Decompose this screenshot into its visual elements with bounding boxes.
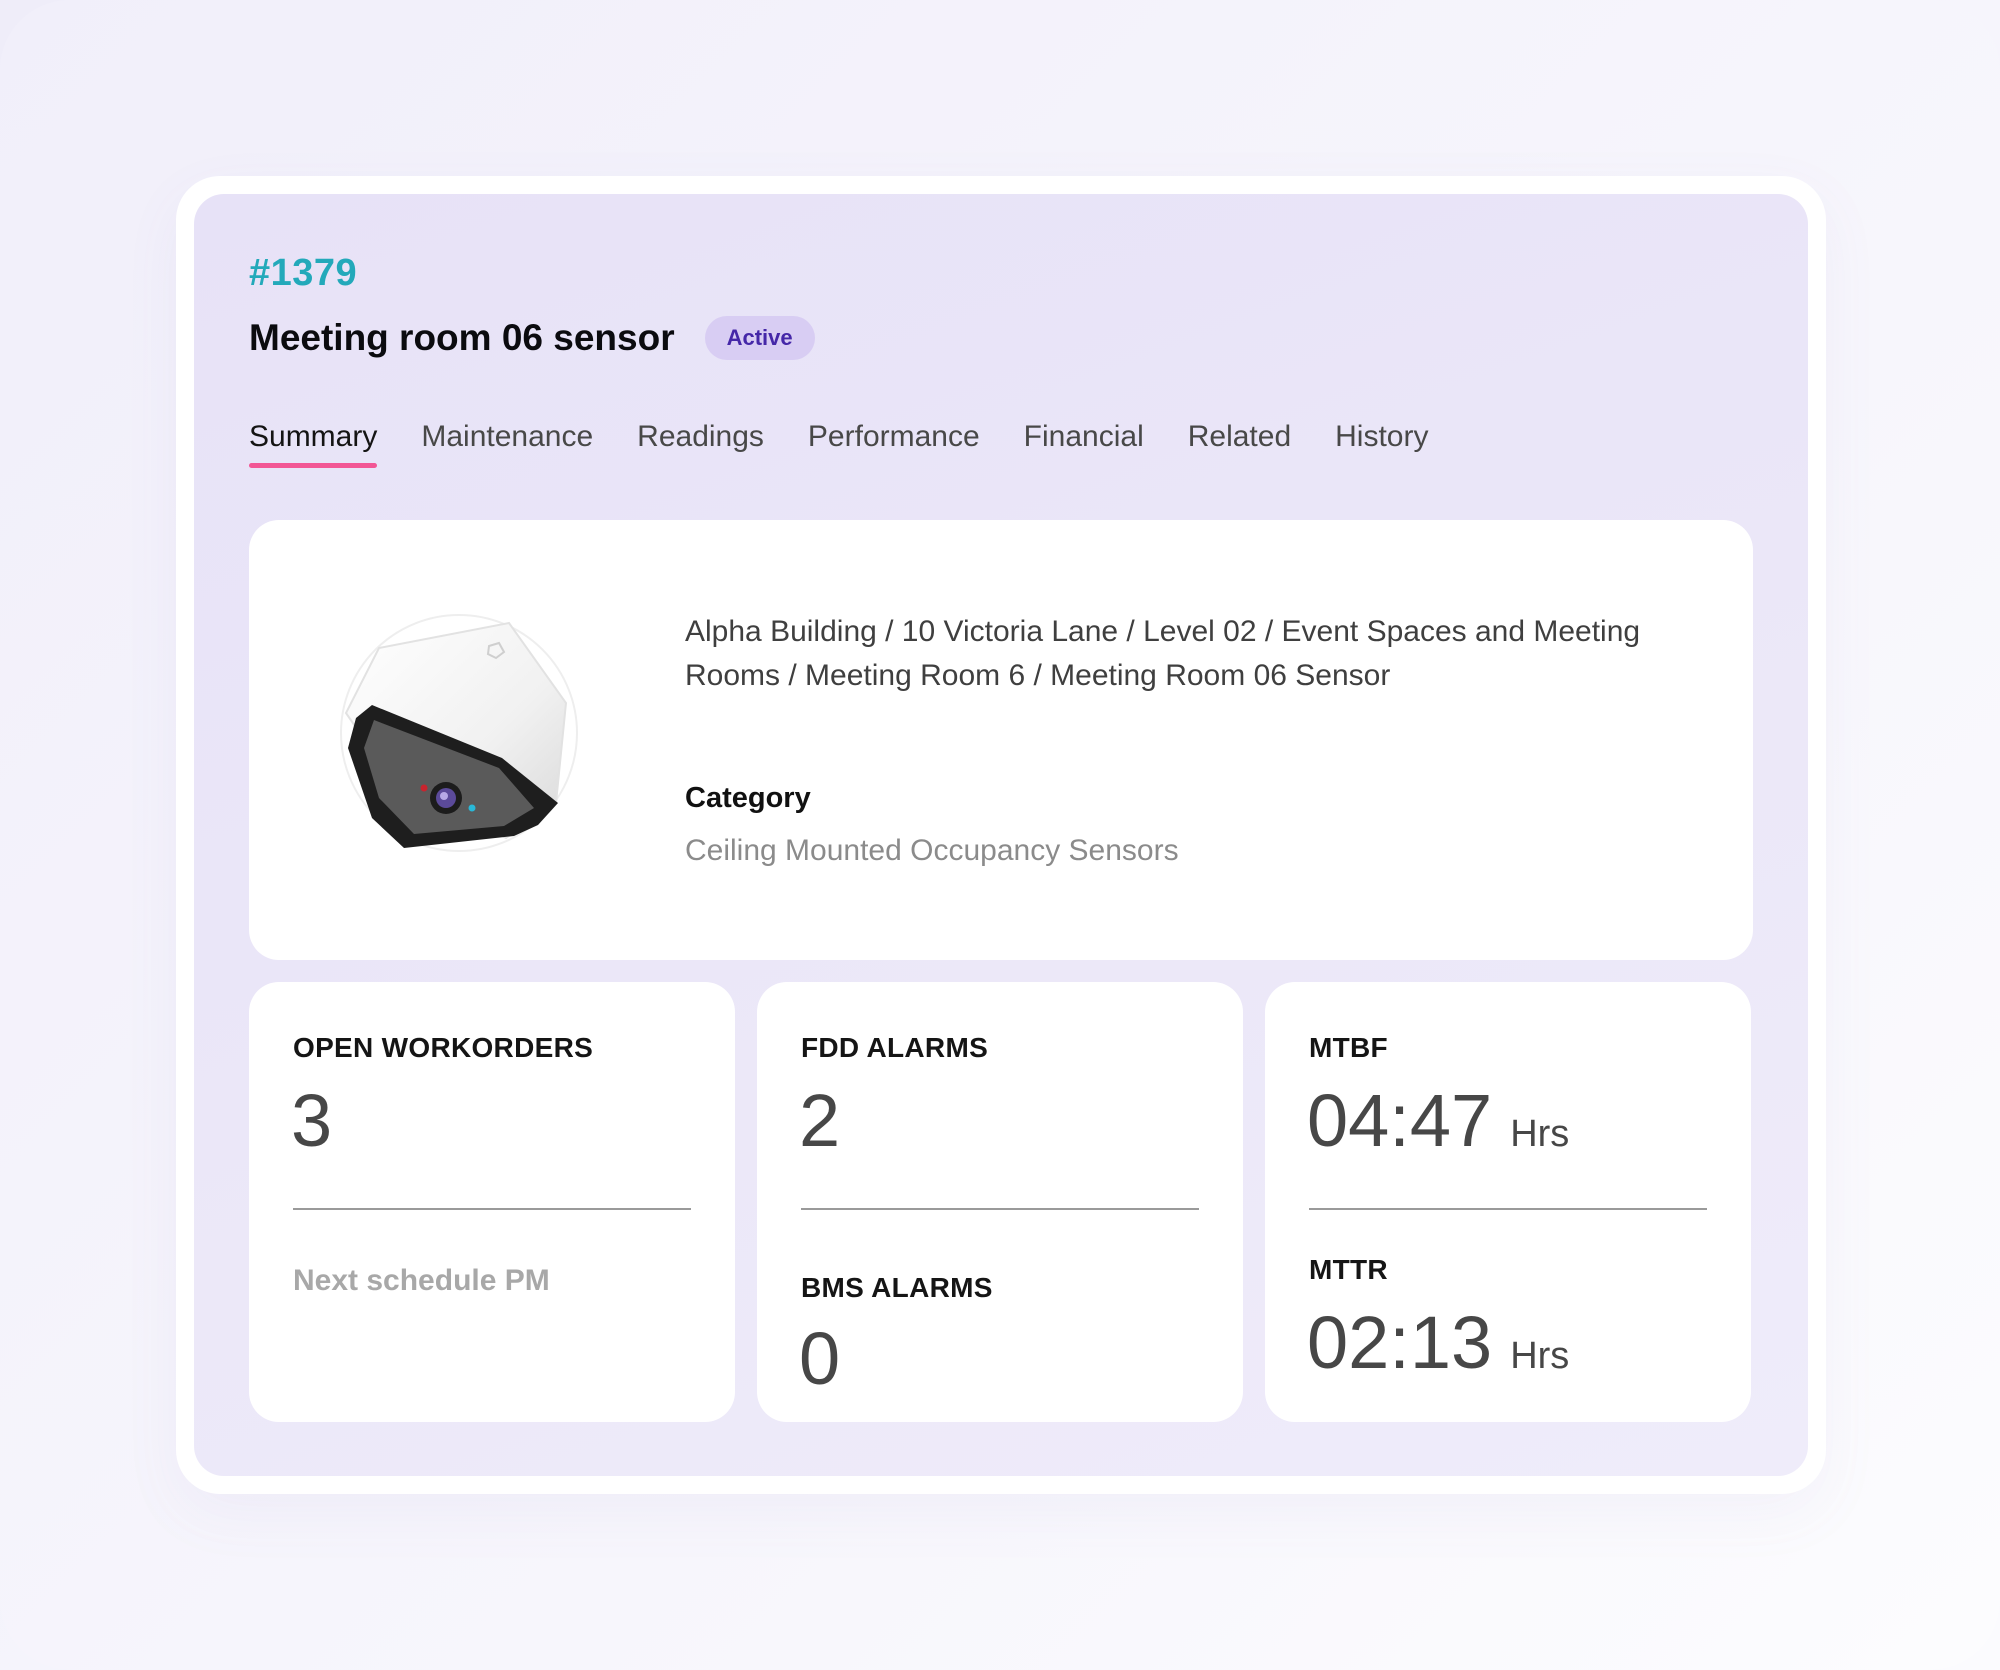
mttr-unit: Hrs bbox=[1510, 1335, 1570, 1377]
mtbf-value: 04:47 bbox=[1307, 1079, 1493, 1162]
title-row: Meeting room 06 sensor Active bbox=[249, 316, 815, 360]
fdd-alarms-value: 2 bbox=[799, 1079, 841, 1162]
status-badge: Active bbox=[704, 316, 815, 360]
mttr-value: 02:13 bbox=[1307, 1301, 1493, 1384]
open-workorders-label: OPEN WORKORDERS bbox=[293, 1032, 594, 1063]
category-label: Category bbox=[685, 782, 811, 814]
tab-performance[interactable]: Performance bbox=[808, 420, 980, 468]
card-divider bbox=[1309, 1208, 1707, 1210]
card-divider bbox=[293, 1208, 691, 1210]
tab-readings[interactable]: Readings bbox=[637, 420, 764, 468]
category-value: Ceiling Mounted Occupancy Sensors bbox=[685, 834, 1179, 867]
asset-id: #1379 bbox=[249, 252, 358, 294]
reliability-card[interactable]: MTBF 04:47 Hrs MTTR 02:13 Hrs bbox=[1265, 982, 1751, 1422]
mttr-label: MTTR bbox=[1309, 1254, 1388, 1285]
next-schedule-pm: Next schedule PM bbox=[293, 1264, 550, 1297]
tab-related[interactable]: Related bbox=[1188, 420, 1291, 468]
asset-detail-panel: #1379 Meeting room 06 sensor Active Summ… bbox=[194, 194, 1808, 1476]
tab-financial[interactable]: Financial bbox=[1024, 420, 1144, 468]
mttr-value-row: 02:13 Hrs bbox=[1307, 1300, 1569, 1385]
mtbf-value-row: 04:47 Hrs bbox=[1307, 1078, 1569, 1163]
tab-bar: Summary Maintenance Readings Performance… bbox=[249, 420, 1472, 468]
asset-title: Meeting room 06 sensor bbox=[249, 317, 675, 358]
tab-history[interactable]: History bbox=[1335, 420, 1428, 468]
alarms-card[interactable]: FDD ALARMS 2 BMS ALARMS 0 bbox=[757, 982, 1243, 1422]
bms-alarms-label: BMS ALARMS bbox=[801, 1272, 993, 1303]
card-divider bbox=[801, 1208, 1199, 1210]
open-workorders-value: 3 bbox=[291, 1079, 333, 1162]
open-workorders-card[interactable]: OPEN WORKORDERS 3 Next schedule PM bbox=[249, 982, 735, 1422]
tab-maintenance[interactable]: Maintenance bbox=[421, 420, 593, 468]
fdd-alarms-label: FDD ALARMS bbox=[801, 1032, 989, 1063]
location-breadcrumb: Alpha Building / 10 Victoria Lane / Leve… bbox=[685, 615, 1641, 692]
bms-alarms-value: 0 bbox=[799, 1317, 841, 1400]
mtbf-label: MTBF bbox=[1309, 1032, 1388, 1063]
asset-detail-frame: #1379 Meeting room 06 sensor Active Summ… bbox=[176, 176, 1826, 1494]
tab-summary[interactable]: Summary bbox=[249, 420, 378, 468]
asset-info-card: Alpha Building / 10 Victoria Lane / Leve… bbox=[249, 520, 1753, 960]
mtbf-unit: Hrs bbox=[1510, 1113, 1570, 1155]
occupancy-sensor-icon bbox=[340, 614, 578, 852]
